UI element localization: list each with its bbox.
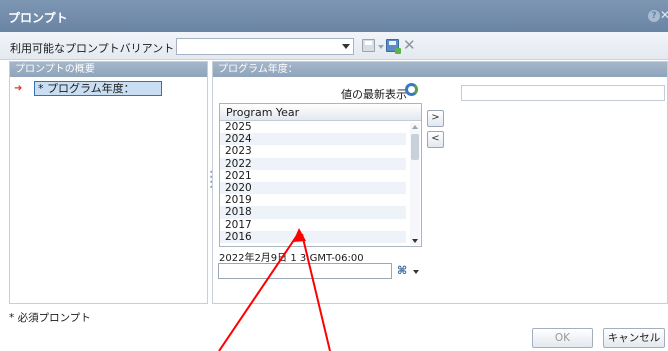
annotation-arrow-left-line: [218, 233, 299, 351]
annotation-arrow-right-line: [301, 233, 331, 351]
annotation-arrow-overlay: [218, 228, 331, 351]
annotation-arrow-head: [293, 228, 306, 242]
